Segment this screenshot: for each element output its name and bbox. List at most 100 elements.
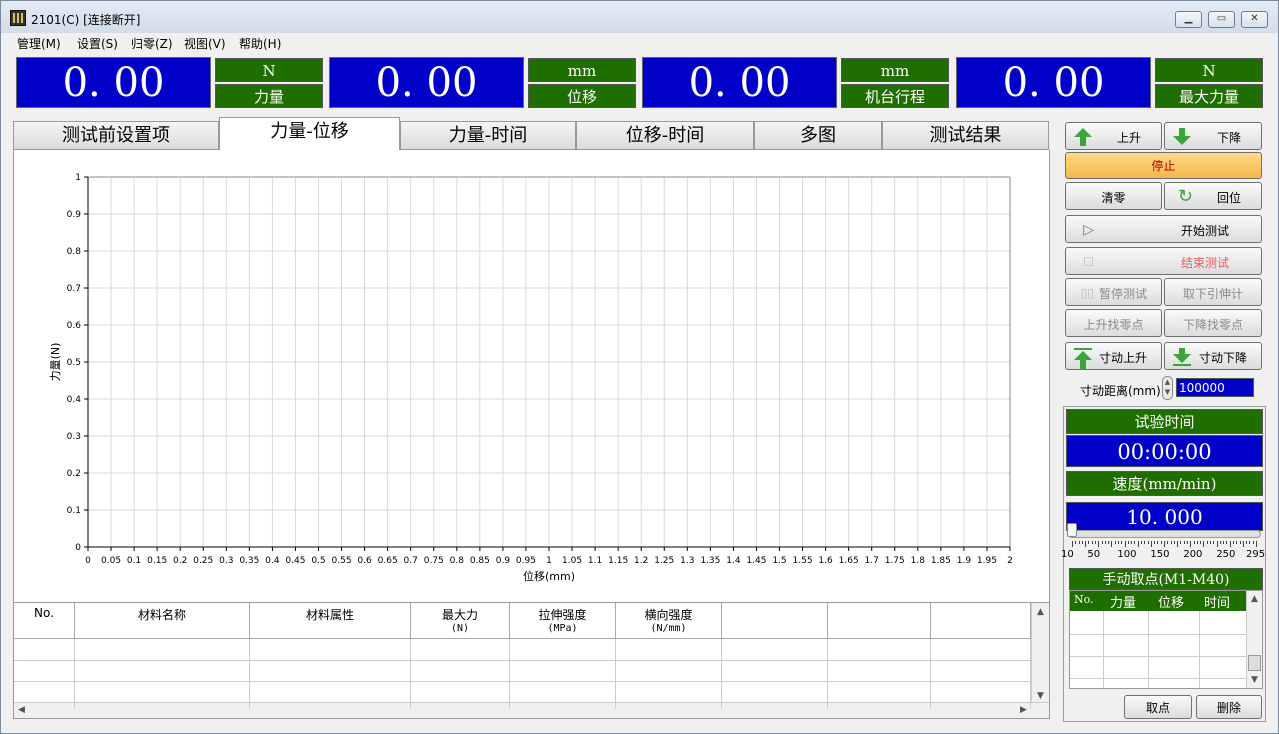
- x-tick-label: 0: [85, 556, 91, 566]
- tab-pretest-settings[interactable]: 测试前设置项: [13, 121, 219, 150]
- scroll-right-icon[interactable]: ▶: [1020, 705, 1027, 715]
- pause-test-label: 暂停测试: [1098, 287, 1147, 301]
- force-label: 力量: [215, 84, 323, 108]
- x-tick-label: 0.1: [127, 556, 141, 566]
- jog-up-button[interactable]: 寸动上升: [1065, 342, 1162, 370]
- test-time-display: 00:00:00: [1066, 435, 1263, 467]
- tab-force-displacement[interactable]: 力量-位移: [219, 117, 400, 150]
- force-display: 0. 00: [16, 57, 211, 108]
- scroll-up-icon[interactable]: ▲: [1037, 607, 1044, 617]
- x-tick-label: 0.4: [265, 556, 280, 566]
- speed-scale-label: 100: [1117, 549, 1137, 560]
- table-vertical-scrollbar[interactable]: ▲ ▼: [1031, 603, 1049, 703]
- max-force-display: 0. 00: [956, 57, 1151, 108]
- take-point-button[interactable]: 取点: [1124, 695, 1192, 719]
- down-label: 下降: [1216, 131, 1241, 145]
- speed-slider-thumb[interactable]: [1067, 523, 1077, 537]
- table-horizontal-scrollbar[interactable]: ◀ ▶: [14, 702, 1049, 718]
- x-tick-label: 1.65: [839, 556, 859, 566]
- manual-points-scrollbar[interactable]: ▲ ▼: [1246, 591, 1262, 688]
- jog-down-button[interactable]: 寸动下降: [1164, 342, 1262, 370]
- menu-help[interactable]: 帮助(H): [239, 35, 281, 52]
- speed-scale-label: 250: [1216, 549, 1236, 560]
- manual-col-force: 力量: [1110, 596, 1137, 611]
- maximize-button[interactable]: ▭: [1208, 11, 1235, 28]
- displacement-label: 位移: [528, 84, 636, 108]
- menu-manage[interactable]: 管理(M): [17, 35, 61, 52]
- x-tick-label: 0.95: [516, 556, 536, 566]
- close-button[interactable]: ✕: [1241, 11, 1268, 28]
- stop-button[interactable]: 停止: [1065, 152, 1262, 179]
- x-tick-label: 0.3: [219, 556, 233, 566]
- x-tick-label: 1.6: [818, 556, 833, 566]
- x-tick-label: 0.5: [311, 556, 325, 566]
- tab-multi-chart[interactable]: 多图: [754, 121, 882, 150]
- max-force-label: 最大力量: [1155, 84, 1263, 108]
- remove-extensometer-button[interactable]: 取下引伸计: [1164, 278, 1262, 306]
- down-button[interactable]: 下降: [1164, 122, 1262, 150]
- x-tick-label: 1.3: [680, 556, 694, 566]
- manual-points-table: No. 力量 位移 时间 ▲ ▼: [1069, 590, 1263, 689]
- zero-button[interactable]: 清零: [1065, 182, 1162, 210]
- col-empty-1: [722, 603, 828, 639]
- x-tick-label: 1.75: [885, 556, 905, 566]
- x-tick-label: 1: [546, 556, 552, 566]
- jog-distance-spinner[interactable]: ▲ ▼: [1162, 376, 1173, 400]
- app-icon: [10, 10, 26, 26]
- tab-force-time[interactable]: 力量-时间: [400, 121, 576, 150]
- jog-up-label: 寸动上升: [1098, 351, 1147, 365]
- menu-zero[interactable]: 归零(Z): [131, 35, 173, 52]
- y-tick-label: 0.1: [67, 506, 81, 516]
- speed-scale: 10 50 100 150 200 250 295: [1061, 548, 1266, 562]
- menu-settings[interactable]: 设置(S): [77, 35, 118, 52]
- y-tick-label: 0.4: [67, 395, 82, 405]
- x-tick-label: 0.45: [285, 556, 305, 566]
- start-test-button[interactable]: ▷ 开始测试: [1065, 215, 1262, 243]
- x-tick-label: 0.65: [378, 556, 398, 566]
- col-material-property: 材料属性: [250, 603, 411, 639]
- down-find-zero-button[interactable]: 下降找零点: [1164, 309, 1262, 337]
- menu-view[interactable]: 视图(V): [184, 35, 226, 52]
- speed-scale-label: 295: [1246, 549, 1266, 560]
- return-button[interactable]: ↻ 回位: [1164, 182, 1262, 210]
- manual-col-displacement: 位移: [1158, 596, 1185, 611]
- x-tick-label: 1.95: [977, 556, 997, 566]
- force-unit: N: [215, 58, 323, 82]
- y-axis-label: 力量(N): [49, 343, 62, 382]
- window-title: 2101(C) [连接断开]: [31, 13, 141, 27]
- tab-test-results[interactable]: 测试结果: [882, 121, 1049, 150]
- minimize-button[interactable]: ▁: [1175, 11, 1202, 28]
- scroll-down-icon[interactable]: ▼: [1037, 691, 1044, 701]
- test-time-label: 试验时间: [1066, 409, 1263, 434]
- up-find-zero-button[interactable]: 上升找零点: [1065, 309, 1162, 337]
- displacement-unit: mm: [528, 58, 636, 82]
- return-icon: ↻: [1177, 186, 1193, 207]
- manual-scroll-up-icon[interactable]: ▲: [1251, 594, 1258, 604]
- title-bar: 2101(C) [连接断开] ▁ ▭ ✕: [1, 1, 1278, 33]
- x-tick-label: 1.55: [793, 556, 813, 566]
- jog-distance-input[interactable]: 100000: [1176, 378, 1254, 397]
- col-empty-2: [828, 603, 931, 639]
- x-tick-label: 0.8: [450, 556, 465, 566]
- chart-svg: 0 0.05 0.1 0.15 0.2 0.25 0.3 0.35 0.4 0.45 0.5 0.55…: [49, 173, 1013, 583]
- manual-scroll-down-icon[interactable]: ▼: [1251, 675, 1258, 685]
- scroll-left-icon[interactable]: ◀: [18, 705, 25, 715]
- jog-up-icon: [1074, 348, 1094, 369]
- x-tick-label: 1.25: [654, 556, 674, 566]
- delete-point-button[interactable]: 删除: [1196, 695, 1262, 719]
- pause-test-button[interactable]: ▯▯ 暂停测试: [1065, 278, 1162, 306]
- x-tick-label: 1.45: [746, 556, 766, 566]
- speed-scale-label: 150: [1150, 549, 1170, 560]
- x-tick-label: 0.2: [173, 556, 187, 566]
- end-test-button[interactable]: ☐ 结束测试: [1065, 247, 1262, 275]
- pause-icon: ▯▯: [1080, 286, 1094, 300]
- view-tabs: 测试前设置项 力量-位移 力量-时间 位移-时间 多图 测试结果: [13, 117, 1050, 151]
- speed-scale-label: 50: [1087, 549, 1101, 560]
- tab-displacement-time[interactable]: 位移-时间: [576, 121, 754, 150]
- col-max-force: 最大力 (N): [411, 603, 510, 639]
- speed-label: 速度(mm/min): [1066, 471, 1263, 496]
- x-tick-label: 1.5: [772, 556, 786, 566]
- force-displacement-chart: 0 0.05 0.1 0.15 0.2 0.25 0.3 0.35 0.4 0.45 0.5 0.55…: [13, 150, 1050, 602]
- up-button[interactable]: 上升: [1065, 122, 1162, 150]
- speed-slider-track[interactable]: [1068, 530, 1261, 538]
